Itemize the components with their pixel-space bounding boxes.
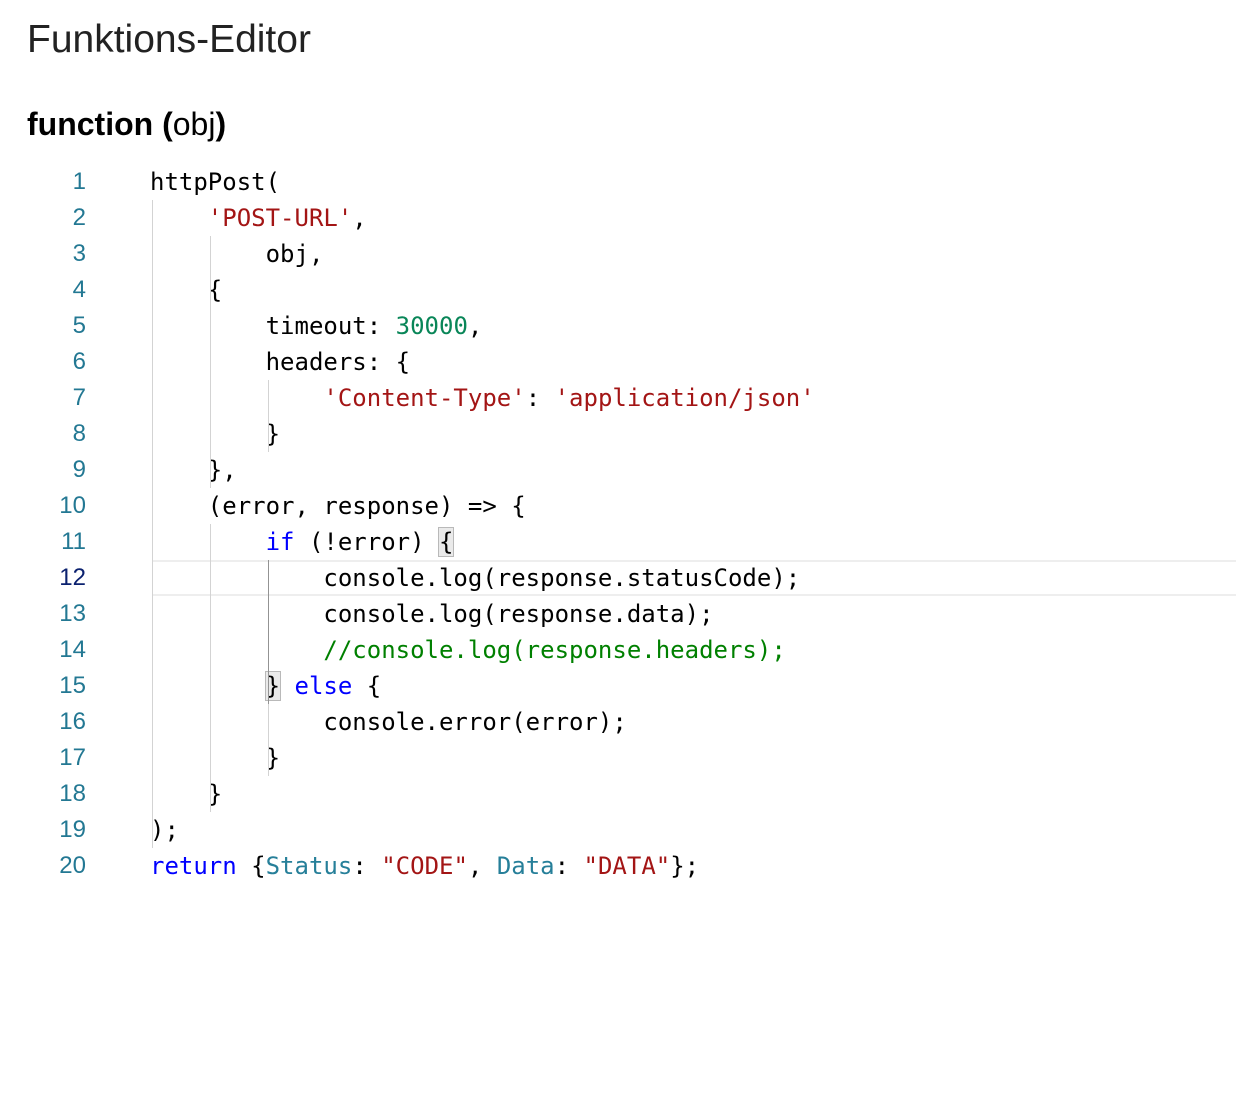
indent-guide <box>267 560 269 704</box>
code-token: ); <box>150 816 179 844</box>
code-line[interactable]: console.log(response.statusCode); <box>150 560 1236 596</box>
code-token: Status <box>265 852 353 880</box>
code-line[interactable]: ); <box>150 812 1236 848</box>
line-number: 3 <box>72 240 86 267</box>
code-token: }, <box>150 456 237 484</box>
code-line[interactable]: 'Content-Type': 'application/json' <box>150 380 1236 416</box>
code-line[interactable]: timeout: 30000, <box>150 308 1236 344</box>
line-number: 11 <box>61 528 86 555</box>
function-signature: function (obj) <box>27 104 226 144</box>
indent-guide <box>209 308 211 488</box>
code-token: , <box>467 852 497 880</box>
code-area[interactable]: httpPost( 'POST-URL', obj, { timeout: 30… <box>150 164 1236 884</box>
code-line[interactable]: (error, response) => { <box>150 488 1236 524</box>
code-line[interactable]: 'POST-URL', <box>150 200 1236 236</box>
code-line[interactable]: console.error(error); <box>150 704 1236 740</box>
code-token: { <box>437 527 455 557</box>
code-line[interactable]: } <box>150 740 1236 776</box>
code-token: else <box>294 672 353 700</box>
line-number: 8 <box>72 420 86 447</box>
indent-guide <box>267 380 269 452</box>
line-number: 4 <box>72 276 86 303</box>
line-number-gutter: 1 2 3 4 5 6 7 8 9 10 11 12 13 14 15 16 17 18 19 20 <box>0 164 110 884</box>
function-keyword: function <box>27 106 154 142</box>
function-param: obj <box>172 106 216 142</box>
line-number: 13 <box>59 600 86 627</box>
code-line[interactable]: //console.log(response.headers); <box>150 632 1236 668</box>
line-number: 2 <box>72 204 86 231</box>
code-token: console.log(response.data); <box>150 600 714 628</box>
code-line[interactable]: return {Status: "CODE", Data: "DATA"}; <box>150 848 1236 884</box>
line-number: 9 <box>72 456 86 483</box>
code-token: }; <box>670 852 700 880</box>
line-number: 7 <box>72 384 86 411</box>
indent-guide <box>267 704 269 776</box>
indent-guide <box>209 236 211 308</box>
code-line[interactable]: } else { <box>150 668 1236 704</box>
line-number: 15 <box>59 672 86 699</box>
code-token: "DATA" <box>583 852 671 880</box>
code-line[interactable]: { <box>150 272 1236 308</box>
code-token: } <box>150 420 281 448</box>
code-token: (!error) <box>294 528 439 556</box>
code-token: "CODE" <box>381 852 468 880</box>
code-line[interactable]: obj, <box>150 236 1236 272</box>
line-number: 5 <box>72 312 86 339</box>
code-token: } <box>150 744 281 772</box>
code-token: timeout: <box>150 312 396 340</box>
line-number: 18 <box>59 780 86 807</box>
code-line[interactable]: if (!error) { <box>150 524 1236 560</box>
code-token: //console.log(response.headers); <box>323 636 786 664</box>
code-token: 'POST-URL' <box>207 204 353 232</box>
code-token: { <box>150 276 223 304</box>
indent-guide <box>209 524 211 812</box>
code-line[interactable]: } <box>150 776 1236 812</box>
line-number: 12 <box>59 564 86 591</box>
line-number: 19 <box>59 816 86 843</box>
code-token: : <box>352 852 382 880</box>
code-token: { <box>352 672 382 700</box>
code-line[interactable]: headers: { <box>150 344 1236 380</box>
code-token: } <box>150 780 223 808</box>
line-number: 10 <box>59 492 86 519</box>
code-token: httpPost( <box>150 168 281 196</box>
code-line[interactable]: }, <box>150 452 1236 488</box>
code-line[interactable]: httpPost( <box>150 164 1236 200</box>
code-token: , <box>467 312 483 340</box>
code-token: Data <box>496 852 555 880</box>
line-number: 17 <box>59 744 86 771</box>
code-token: 30000 <box>395 312 468 340</box>
line-number: 1 <box>72 168 86 195</box>
code-token: if <box>265 528 295 556</box>
code-token: : <box>525 384 555 412</box>
close-paren: ) <box>215 106 227 142</box>
code-token: console.error(error); <box>150 708 627 736</box>
indent-guide <box>152 200 153 848</box>
line-number: 20 <box>59 852 86 879</box>
line-number: 6 <box>72 348 86 375</box>
code-token: , <box>352 204 367 232</box>
code-line[interactable]: console.log(response.data); <box>150 596 1236 632</box>
code-editor[interactable]: 1 2 3 4 5 6 7 8 9 10 11 12 13 14 15 16 17 18 19 20 httpPost… <box>0 164 1236 884</box>
code-token: headers: { <box>150 348 411 376</box>
line-number: 14 <box>59 636 86 663</box>
code-token: { <box>236 852 266 880</box>
code-token: : <box>554 852 584 880</box>
code-token: 'Content-Type' <box>323 384 526 412</box>
open-paren: ( <box>162 106 173 142</box>
code-token: return <box>150 852 237 880</box>
line-number: 16 <box>59 708 86 735</box>
code-token: obj, <box>150 240 324 268</box>
code-token: 'application/json' <box>554 384 815 412</box>
code-line[interactable]: } <box>150 416 1236 452</box>
page-title: Funktions-Editor <box>27 18 311 61</box>
code-token: console.log(response.statusCode); <box>150 564 801 592</box>
code-token: (error, response) => { <box>150 492 526 520</box>
